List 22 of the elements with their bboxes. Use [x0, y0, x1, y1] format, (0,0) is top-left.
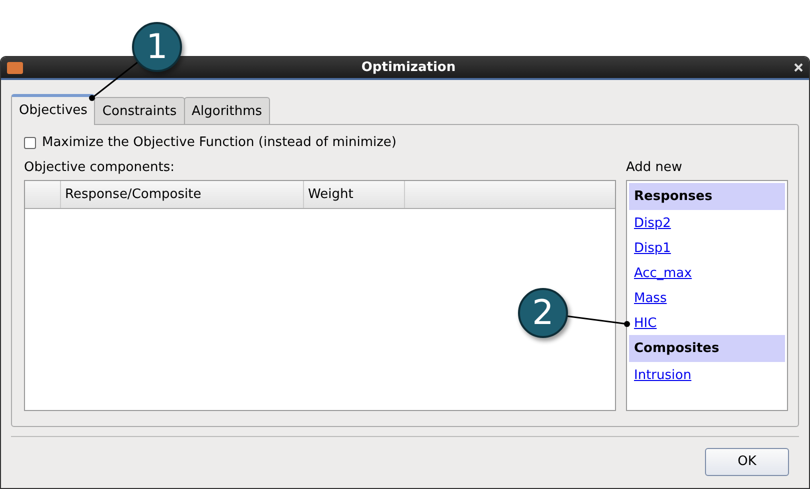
list-link[interactable]: HIC: [629, 310, 662, 335]
group-heading: Responses: [629, 183, 785, 210]
column-header[interactable]: Response/Composite: [61, 181, 304, 208]
callout-badge: 1: [132, 22, 182, 72]
group-heading: Composites: [629, 335, 785, 362]
list-link[interactable]: Acc_max: [629, 260, 697, 285]
list-link[interactable]: Intrusion: [629, 362, 696, 387]
list-link[interactable]: Disp2: [629, 210, 676, 235]
checkbox-label: Maximize the Objective Function (instead of minimize): [42, 134, 396, 152]
tab[interactable]: Objectives: [11, 94, 96, 125]
window-title: Optimization: [360, 58, 457, 77]
tab[interactable]: Algorithms: [184, 97, 270, 124]
tab[interactable]: Constraints: [94, 97, 185, 124]
checkbox[interactable]: [24, 136, 36, 149]
section-label: Objective components:: [24, 158, 176, 176]
list-link[interactable]: Mass: [629, 285, 672, 310]
list-link[interactable]: Disp1: [629, 235, 676, 260]
ok-button[interactable]: OK: [705, 448, 789, 476]
close-icon[interactable]: [794, 63, 803, 72]
section-label: Add new: [626, 158, 684, 176]
column-header[interactable]: Weight: [304, 181, 405, 208]
app-icon: [7, 62, 23, 74]
